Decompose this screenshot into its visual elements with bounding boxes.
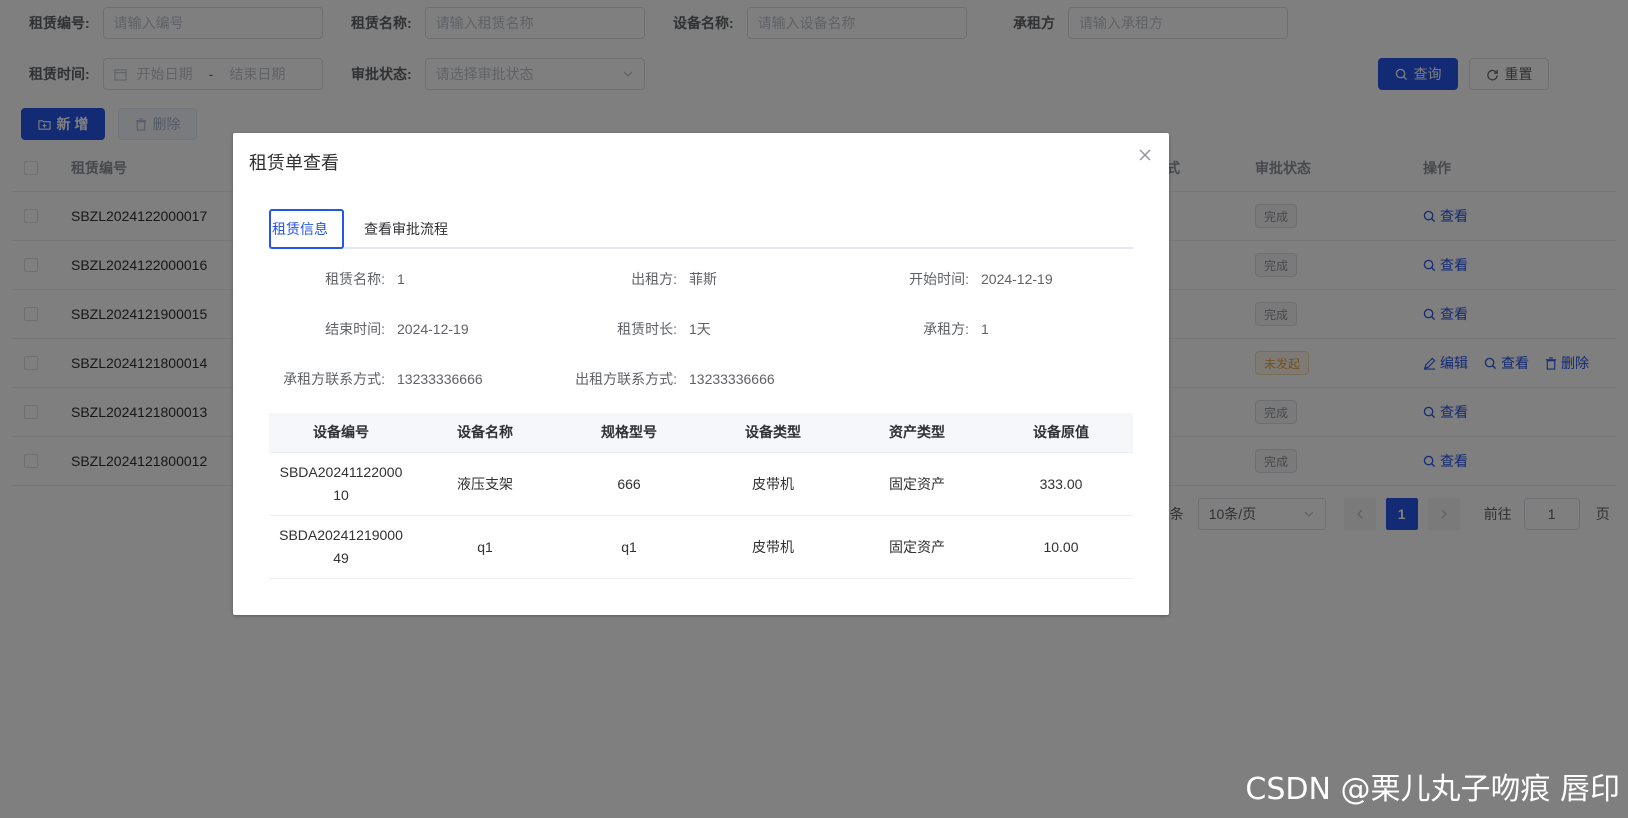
cell-equipment-type: 皮带机 [752,475,794,492]
info-value: 2024-12-19 [397,321,469,337]
tab-approval-flow[interactable]: 查看审批流程 [364,209,448,249]
cell-asset-type: 固定资产 [889,538,945,555]
info-label: 出租方联系方式: [575,371,677,387]
header-asset-type: 资产类型 [889,424,945,440]
dialog-title: 租赁单查看 [249,153,339,173]
info-lessee: 承租方: 1 [857,319,989,339]
tab-rental-info[interactable]: 租赁信息 [269,209,344,249]
cell-original-value: 333.00 [1039,475,1083,492]
dialog-tabs: 租赁信息 查看审批流程 [269,209,1133,249]
cell-original-value: 10.00 [1043,538,1079,555]
info-label: 承租方联系方式: [283,371,385,387]
info-duration: 租赁时长: 1天 [565,319,711,339]
info-label: 租赁名称: [325,271,385,287]
info-lessor: 出租方: 菲斯 [565,269,717,289]
cell-spec-model: 666 [617,475,641,492]
info-start-time: 开始时间: 2024-12-19 [857,269,1053,289]
info-value: 1 [397,271,405,287]
info-end-time: 结束时间: 2024-12-19 [273,319,469,339]
header-original-value: 设备原值 [1033,424,1089,440]
info-label: 承租方: [923,321,969,337]
header-equipment-name: 设备名称 [457,424,513,440]
cell-text: SBDA2024112200010 [279,464,403,503]
info-rental-name: 租赁名称: 1 [273,269,405,289]
info-value: 1 [981,321,989,337]
rental-detail-dialog: 租赁单查看 租赁信息 查看审批流程 租赁名称: 1 出租方: 菲斯 开始时间: … [233,133,1169,615]
info-value: 菲斯 [689,271,717,287]
cell-text: SBDA2024121900049 [279,527,403,566]
info-label: 结束时间: [325,321,385,337]
header-equipment-type: 设备类型 [745,424,801,440]
table-row: SBDA2024121900049 q1 q1 皮带机 固定资产 10.00 [269,516,1133,579]
cell-asset-type: 固定资产 [889,475,945,492]
cell-equipment-name: 液压支架 [457,475,513,492]
cell-equipment-no: SBDA2024112200010 [269,453,413,515]
info-lessee-contact: 承租方联系方式: 13233336666 [273,369,483,389]
watermark: CSDN @栗儿丸子吻痕 唇印 [1245,772,1620,807]
info-lessor-contact: 出租方联系方式: 13233336666 [565,369,775,389]
close-icon[interactable] [1137,147,1153,163]
info-value: 13233336666 [689,371,775,387]
info-label: 租赁时长: [617,321,677,337]
info-label: 开始时间: [909,271,969,287]
cell-spec-model: q1 [621,538,637,555]
header-spec-model: 规格型号 [601,424,657,440]
cell-equipment-no: SBDA2024121900049 [269,516,413,578]
cell-equipment-name: q1 [477,538,493,555]
header-equipment-no: 设备编号 [313,424,369,440]
info-label: 出租方: [631,271,677,287]
cell-equipment-type: 皮带机 [752,538,794,555]
table-row: SBDA2024112200010 液压支架 666 皮带机 固定资产 333.… [269,453,1133,516]
info-value: 13233336666 [397,371,483,387]
info-value: 2024-12-19 [981,271,1053,287]
info-value: 1天 [689,321,711,337]
equipment-table: 设备编号 设备名称 规格型号 设备类型 资产类型 设备原值 SBDA202411… [269,413,1133,579]
equipment-table-header: 设备编号 设备名称 规格型号 设备类型 资产类型 设备原值 [269,413,1133,453]
